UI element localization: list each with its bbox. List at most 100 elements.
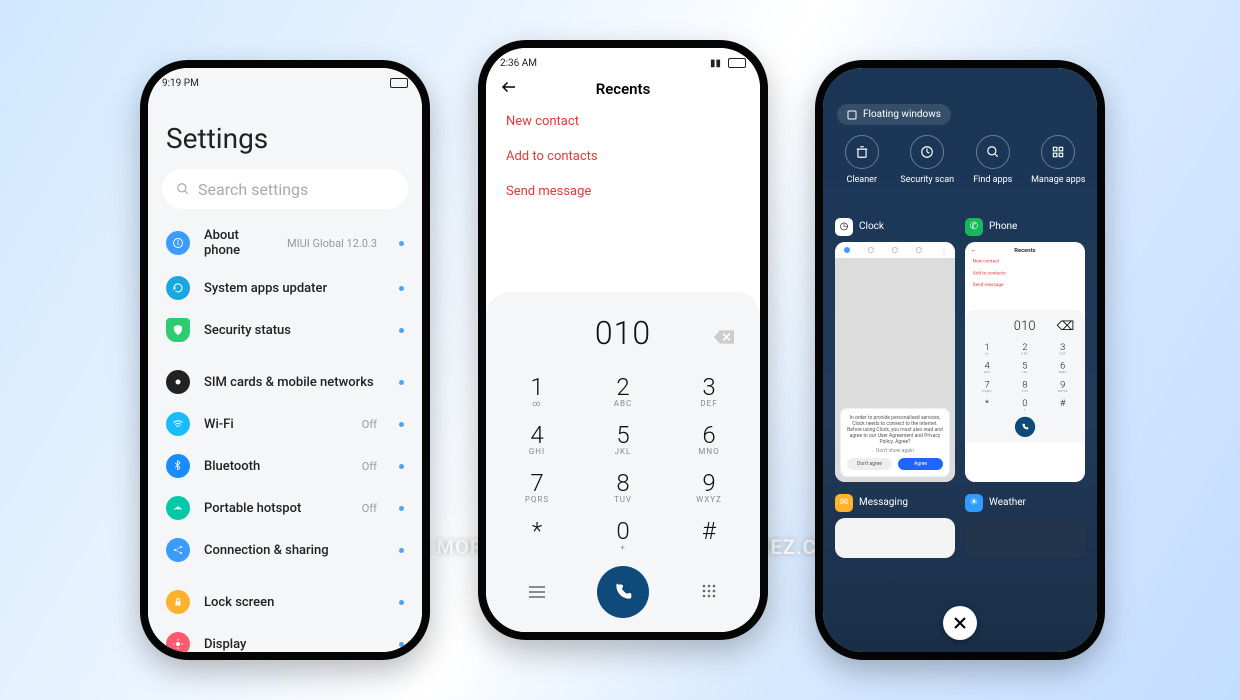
key-1[interactable]: 1∞ [494,368,580,416]
call-button[interactable] [597,566,649,618]
settings-row-refresh[interactable]: System apps updater [148,267,422,309]
status-bar: 2:36 AM ▮▮ [486,48,760,72]
key-4[interactable]: 4GHI [494,416,580,464]
notification-dot [399,241,404,246]
key-5[interactable]: 5JKL [580,416,666,464]
settings-row-shield[interactable]: Security status [148,309,422,351]
settings-row-lock[interactable]: Lock screen [148,581,422,623]
notification-dot [399,642,404,647]
battery-icon [387,78,408,89]
dialer-link-0[interactable]: New contact [965,255,1085,267]
key-0[interactable]: 0+ [1006,395,1044,414]
dialer-link-2[interactable]: Send message [965,278,1085,290]
key-7[interactable]: 7PQRS [968,377,1006,396]
dialer-link-0[interactable]: New contact [486,104,760,139]
tool-grid[interactable]: Manage apps [1028,135,1088,186]
tool-trash[interactable]: Cleaner [832,135,892,186]
notification-dot [399,548,404,553]
key-0[interactable]: 0+ [580,512,666,560]
weather-app-icon: ☀ [965,494,983,512]
settings-row-hotspot[interactable]: Portable hotspot Off [148,487,422,529]
notification-dot [399,506,404,511]
key-9[interactable]: 9WXYZ [666,464,752,512]
lock-icon [166,590,190,614]
wifi-icon [166,412,190,436]
key-7[interactable]: 7PQRS [494,464,580,512]
messaging-app-icon: ✉ [835,494,853,512]
settings-row-sun[interactable]: Display [148,623,422,652]
status-bar: 9:19 PM [148,68,422,92]
bt-icon [166,454,190,478]
notification-dot [399,328,404,333]
search-icon [976,135,1010,169]
tool-search[interactable]: Find apps [963,135,1023,186]
key-1[interactable]: 1∞ [968,339,1006,358]
grid-icon [1041,135,1075,169]
settings-row-wifi[interactable]: Wi-Fi Off [148,403,422,445]
recent-card-messaging[interactable]: ✉ Messaging [835,494,955,558]
recent-card-clock[interactable]: ◷ Clock ⋮ In order to provide personalis… [835,218,955,482]
shield-icon [166,318,190,342]
key-5[interactable]: 5JKL [1006,358,1044,377]
recents-title: Recents [500,80,746,98]
phone-app-icon: ✆ [965,218,983,236]
recent-card-phone[interactable]: ✆ Phone ← Recents New contactAdd to cont… [965,218,1085,482]
settings-row-share[interactable]: Connection & sharing [148,529,422,571]
share-icon [166,538,190,562]
key-9[interactable]: 9WXYZ [1044,377,1082,396]
dialer-link-2[interactable]: Send message [486,174,760,209]
key-3[interactable]: 3DEF [666,368,752,416]
dialer-link-1[interactable]: Add to contacts [486,139,760,174]
notification-dot [399,286,404,291]
notification-dot [399,380,404,385]
floating-windows-chip[interactable]: Floating windows [837,104,951,125]
key-3[interactable]: 3DEF [1044,339,1082,358]
dialpad-toggle-button[interactable] [666,583,752,602]
recent-card-weather[interactable]: ☀ Weather [965,494,1085,558]
notification-dot [399,464,404,469]
status-bar [823,68,1097,92]
key-6[interactable]: 6MNO [1044,358,1082,377]
key-#[interactable]: # [666,512,752,560]
info-icon [166,231,190,255]
key-2[interactable]: 2ABC [580,368,666,416]
settings-list: About phone MIUI Global 12.0.3 System ap… [148,219,422,652]
search-icon [176,182,190,196]
notification-dot [399,422,404,427]
menu-button[interactable] [494,583,580,602]
battery-icon [725,58,746,69]
tool-scan[interactable]: Security scan [897,135,957,186]
dialed-number: 010 [595,314,651,352]
key-2[interactable]: 2ABC [1006,339,1044,358]
phone-recents-overview: Floating windows CleanerSecurity scanFin… [815,60,1105,660]
key-*[interactable]: * [494,512,580,560]
settings-row-info[interactable]: About phone MIUI Global 12.0.3 [148,219,422,267]
phone-settings: 9:19 PM Settings Search settings About p… [140,60,430,660]
refresh-icon [166,276,190,300]
phone-dialer: 2:36 AM ▮▮ Recents New contactAdd to con… [478,40,768,640]
scan-icon [910,135,944,169]
clock-disagree-button[interactable]: Don't agree [847,458,892,470]
clock-agree-button[interactable]: Agree [898,458,943,470]
search-input[interactable]: Search settings [162,169,408,209]
status-time: 9:19 PM [162,78,199,89]
key-6[interactable]: 6MNO [666,416,752,464]
dialer-link-1[interactable]: Add to contacts [965,267,1085,279]
dialpad: 010 1∞2ABC3DEF 4GHI5JKL6MNO 7PQRS8TUV9WXYZ… [486,292,760,632]
signal-icon: ▮▮ [710,58,721,69]
key-*[interactable]: * [968,395,1006,414]
key-#[interactable]: # [1044,395,1082,414]
status-time: 2:36 AM [500,58,537,69]
clock-app-icon: ◷ [835,218,853,236]
notification-dot [399,600,404,605]
key-4[interactable]: 4GHI [968,358,1006,377]
key-8[interactable]: 8TUV [1006,377,1044,396]
settings-row-sim[interactable]: SIM cards & mobile networks [148,361,422,403]
trash-icon [845,135,879,169]
backspace-button[interactable] [714,314,734,352]
key-8[interactable]: 8TUV [580,464,666,512]
hotspot-icon [166,496,190,520]
close-all-button[interactable] [943,606,977,640]
settings-row-bt[interactable]: Bluetooth Off [148,445,422,487]
page-title: Settings [148,92,422,169]
